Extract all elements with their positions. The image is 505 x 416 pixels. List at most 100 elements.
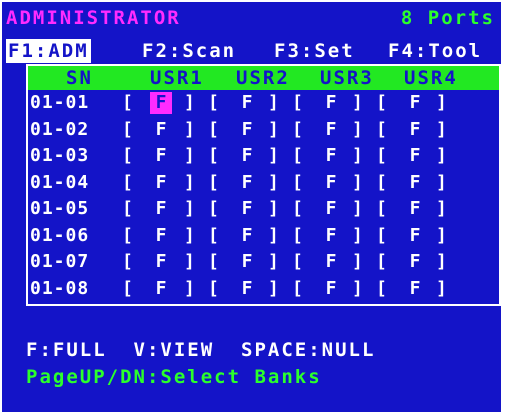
access-flag-usr2[interactable]: F	[236, 225, 258, 247]
open-bracket: [	[122, 145, 134, 166]
open-bracket: [	[208, 171, 220, 193]
access-flag-usr4[interactable]: F	[404, 119, 426, 141]
access-flag-usr2[interactable]: F	[236, 145, 258, 167]
kvm-osd-screen: ADMINISTRATOR 8 Ports F1:ADM F2:Scan F3:…	[0, 0, 505, 416]
close-bracket: ]	[184, 251, 196, 272]
access-flag-usr1[interactable]: F	[150, 119, 172, 141]
open-bracket: [	[122, 198, 134, 219]
open-bracket: [	[122, 224, 134, 246]
open-bracket: [	[292, 92, 304, 113]
access-flag-usr4[interactable]: F	[404, 278, 426, 300]
open-bracket: [	[292, 277, 304, 299]
close-bracket: ]	[352, 92, 364, 113]
port-sn: 01-06	[30, 224, 90, 246]
close-bracket: ]	[184, 224, 196, 246]
access-flag-usr2[interactable]: F	[236, 251, 258, 273]
open-bracket: [	[208, 198, 220, 219]
port-sn: 01-07	[30, 251, 90, 272]
table-row[interactable]: 01-01 [F] [F] [F] [F]	[28, 90, 499, 116]
access-flag-usr3[interactable]: F	[320, 145, 342, 167]
access-flag-usr1[interactable]: F	[150, 92, 172, 114]
open-bracket: [	[122, 171, 134, 193]
access-flag-usr4[interactable]: F	[404, 225, 426, 247]
close-bracket: ]	[184, 171, 196, 193]
access-flag-usr4[interactable]: F	[404, 251, 426, 273]
access-flag-usr4[interactable]: F	[404, 198, 426, 220]
close-bracket: ]	[352, 171, 364, 193]
open-bracket: [	[376, 251, 388, 272]
open-bracket: [	[292, 224, 304, 246]
port-sn: 01-05	[30, 198, 90, 219]
close-bracket: ]	[184, 118, 196, 140]
menu-f1-admin[interactable]: F1:ADM	[6, 39, 91, 63]
table-row[interactable]: 01-08 [F] [F] [F] [F]	[28, 276, 499, 302]
open-bracket: [	[122, 118, 134, 140]
access-flag-usr2[interactable]: F	[236, 119, 258, 141]
port-sn: 01-08	[30, 277, 90, 299]
open-bracket: [	[376, 171, 388, 193]
access-flag-usr3[interactable]: F	[320, 119, 342, 141]
close-bracket: ]	[184, 198, 196, 219]
access-flag-usr3[interactable]: F	[320, 198, 342, 220]
access-flag-usr3[interactable]: F	[320, 225, 342, 247]
close-bracket: ]	[436, 92, 448, 113]
access-flag-usr1[interactable]: F	[150, 198, 172, 220]
access-flag-usr2[interactable]: F	[236, 198, 258, 220]
access-flag-usr3[interactable]: F	[320, 172, 342, 194]
close-bracket: ]	[352, 118, 364, 140]
table-row[interactable]: 01-02 [F] [F] [F] [F]	[28, 117, 499, 143]
open-bracket: [	[208, 145, 220, 166]
column-header-sn: SN	[66, 67, 93, 89]
open-bracket: [	[208, 118, 220, 140]
access-flag-usr2[interactable]: F	[236, 278, 258, 300]
close-bracket: ]	[268, 145, 280, 166]
close-bracket: ]	[352, 145, 364, 166]
column-header-usr1: USR1	[150, 67, 204, 89]
open-bracket: [	[122, 251, 134, 272]
open-bracket: [	[292, 118, 304, 140]
access-flag-usr3[interactable]: F	[320, 278, 342, 300]
close-bracket: ]	[436, 171, 448, 193]
close-bracket: ]	[436, 118, 448, 140]
access-flag-usr3[interactable]: F	[320, 251, 342, 273]
port-sn: 01-03	[30, 145, 90, 166]
open-bracket: [	[122, 277, 134, 299]
open-bracket: [	[292, 145, 304, 166]
legend-page-hint: PageUP/DN:Select Banks	[26, 366, 322, 388]
table-row[interactable]: 01-04 [F] [F] [F] [F]	[28, 170, 499, 196]
access-flag-usr2[interactable]: F	[236, 92, 258, 114]
access-flag-usr3[interactable]: F	[320, 92, 342, 114]
port-sn: 01-01	[30, 92, 90, 113]
table-row[interactable]: 01-03 [F] [F] [F] [F]	[28, 143, 499, 169]
access-flag-usr4[interactable]: F	[404, 172, 426, 194]
access-flag-usr1[interactable]: F	[150, 172, 172, 194]
table-row[interactable]: 01-06 [F] [F] [F] [F]	[28, 223, 499, 249]
open-bracket: [	[376, 92, 388, 113]
port-sn: 01-04	[30, 171, 90, 193]
close-bracket: ]	[268, 224, 280, 246]
osd-title: ADMINISTRATOR	[6, 7, 181, 29]
menu-f3-set[interactable]: F3:Set	[272, 39, 357, 63]
permissions-table: SN USR1 USR2 USR3 USR4 01-01 [F] [F] [F] [F]…	[26, 64, 501, 306]
access-flag-usr1[interactable]: F	[150, 225, 172, 247]
column-header-usr3: USR3	[320, 67, 374, 89]
access-flag-usr1[interactable]: F	[150, 278, 172, 300]
close-bracket: ]	[352, 198, 364, 219]
access-flag-usr4[interactable]: F	[404, 92, 426, 114]
access-flag-usr1[interactable]: F	[150, 145, 172, 167]
legend-access-codes: F:FULL V:VIEW SPACE:NULL	[26, 339, 376, 361]
close-bracket: ]	[268, 251, 280, 272]
close-bracket: ]	[352, 277, 364, 299]
close-bracket: ]	[436, 224, 448, 246]
menu-f4-tool[interactable]: F4:Tool	[386, 39, 484, 63]
table-row[interactable]: 01-07 [F] [F] [F] [F]	[28, 249, 499, 275]
access-flag-usr1[interactable]: F	[150, 251, 172, 273]
close-bracket: ]	[268, 277, 280, 299]
close-bracket: ]	[184, 145, 196, 166]
table-row[interactable]: 01-05 [F] [F] [F] [F]	[28, 196, 499, 222]
open-bracket: [	[122, 92, 134, 113]
access-flag-usr2[interactable]: F	[236, 172, 258, 194]
menu-f2-scan[interactable]: F2:Scan	[140, 39, 238, 63]
access-flag-usr4[interactable]: F	[404, 145, 426, 167]
close-bracket: ]	[268, 198, 280, 219]
